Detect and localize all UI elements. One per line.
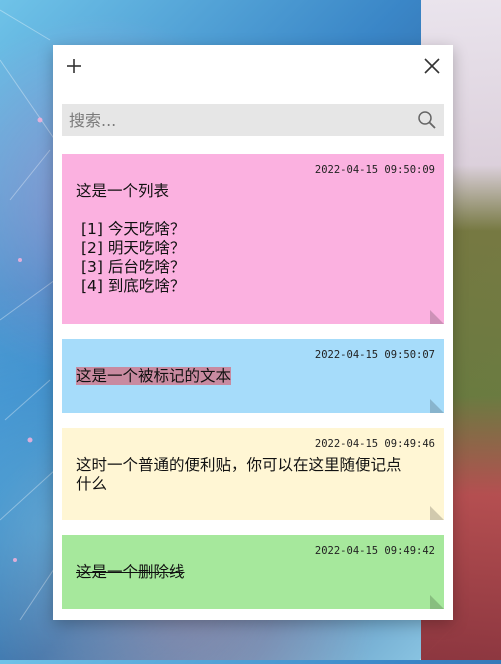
note-timestamp: 2022-04-15 09:49:46 [314, 438, 435, 450]
add-note-button[interactable] [61, 53, 87, 79]
search-button[interactable] [416, 109, 438, 131]
plus-icon [67, 59, 81, 73]
close-icon [424, 58, 440, 74]
note-timestamp: 2022-04-15 09:50:09 [314, 164, 435, 176]
note-timestamp: 2022-04-15 09:49:42 [314, 545, 435, 557]
note-card[interactable]: 2022-04-15 09:50:09 这是一个列表 [1] 今天吃啥？ [2]… [62, 154, 444, 324]
note-text: 这是一个列表 [1] 今天吃啥？ [2] 明天吃啥？ [3] 后台吃啥？ [4]… [76, 182, 186, 295]
sticky-notes-window: 2022-04-15 09:50:09 这是一个列表 [1] 今天吃啥？ [2]… [53, 45, 453, 620]
search-input[interactable] [62, 104, 402, 136]
note-fold-corner [430, 310, 444, 324]
note-text: 这是一个删除线 [76, 563, 414, 582]
note-card[interactable]: 2022-04-15 09:49:42 这是一个删除线 [62, 535, 444, 609]
note-fold-corner [430, 399, 444, 413]
note-timestamp: 2022-04-15 09:50:07 [314, 349, 435, 361]
note-card[interactable]: 2022-04-15 09:50:07 这是一个被标记的文本 [62, 339, 444, 413]
note-fold-corner [430, 506, 444, 520]
note-text: 这是一个被标记的文本 [76, 367, 414, 386]
highlighted-text: 这是一个被标记的文本 [76, 367, 232, 385]
search-bar [62, 104, 444, 136]
title-bar [53, 45, 453, 85]
note-card[interactable]: 2022-04-15 09:49:46 这时一个普通的便利贴，你可以在这里随便记… [62, 428, 444, 520]
note-text: 这时一个普通的便利贴，你可以在这里随便记点什么 [76, 456, 402, 493]
note-fold-corner [430, 595, 444, 609]
strikethrough-text: 这是一个删除线 [76, 563, 185, 581]
search-icon [418, 111, 436, 129]
close-button[interactable] [419, 53, 445, 79]
